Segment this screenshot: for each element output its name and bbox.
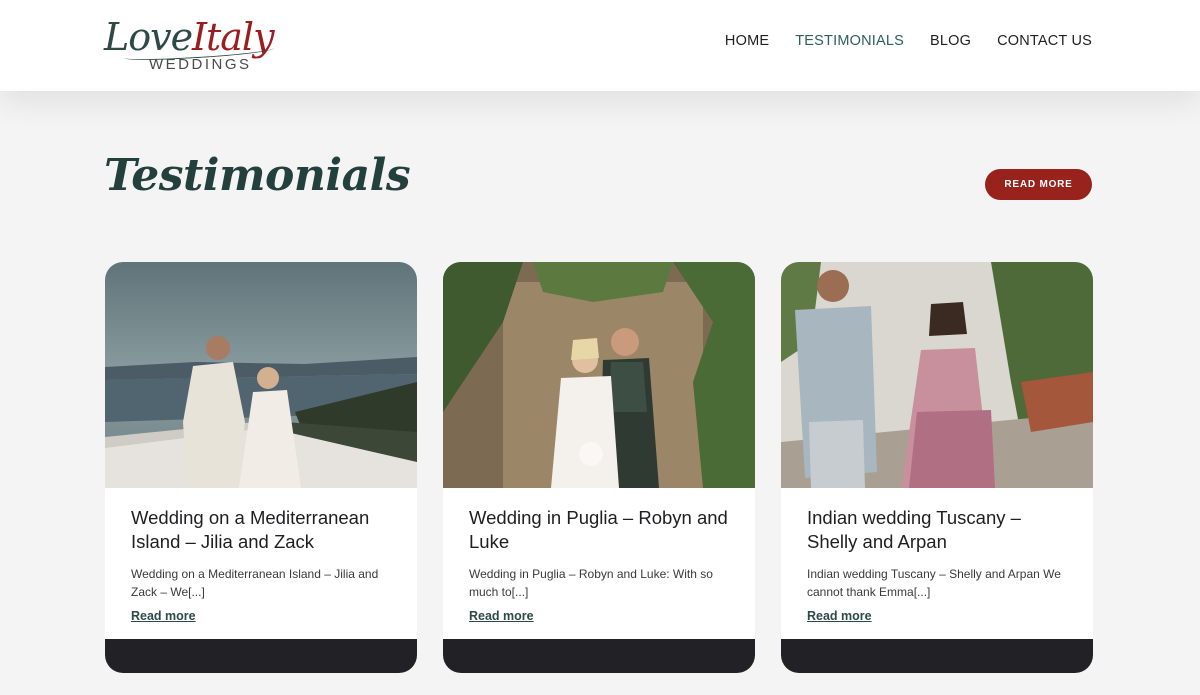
card-footer [105, 639, 417, 673]
card-title[interactable]: Wedding in Puglia – Robyn and Luke [469, 506, 731, 553]
card-read-more-link[interactable]: Read more [131, 609, 196, 623]
testimonial-card[interactable]: Wedding on a Mediterranean Island – Jili… [105, 262, 417, 673]
card-body: Wedding in Puglia – Robyn and Luke Weddi… [469, 506, 731, 625]
card-excerpt: Indian wedding Tuscany – Shelly and Arpa… [807, 567, 1061, 599]
testimonial-card[interactable]: Indian wedding Tuscany – Shelly and Arpa… [781, 262, 1093, 673]
card-title[interactable]: Indian wedding Tuscany – Shelly and Arpa… [807, 506, 1069, 553]
card-footer [781, 639, 1093, 673]
card-image-couple-puglia[interactable] [443, 262, 755, 488]
card-excerpt: Wedding on a Mediterranean Island – Jili… [131, 567, 379, 599]
nav-testimonials[interactable]: TESTIMONIALS [795, 33, 904, 49]
main-nav: HOME TESTIMONIALS BLOG CONTACT US [725, 33, 1092, 49]
card-title[interactable]: Wedding on a Mediterranean Island – Jili… [131, 506, 393, 553]
site-logo[interactable]: Love Italy WEDDINGS [104, 12, 286, 76]
card-body: Indian wedding Tuscany – Shelly and Arpa… [807, 506, 1069, 625]
testimonial-card[interactable]: Wedding in Puglia – Robyn and Luke Weddi… [443, 262, 755, 673]
nav-contact-us[interactable]: CONTACT US [997, 33, 1092, 49]
nav-blog[interactable]: BLOG [930, 33, 971, 49]
card-footer [443, 639, 755, 673]
card-body: Wedding on a Mediterranean Island – Jili… [131, 506, 393, 625]
card-image-couple-island[interactable] [105, 262, 417, 488]
nav-home[interactable]: HOME [725, 33, 769, 49]
card-image-couple-tuscany[interactable] [781, 262, 1093, 488]
card-read-more-link[interactable]: Read more [469, 609, 534, 623]
card-read-more-link[interactable]: Read more [807, 609, 872, 623]
site-header: Love Italy WEDDINGS HOME TESTIMONIALS BL… [0, 0, 1200, 91]
logo-text-weddings: WEDDINGS [149, 56, 252, 73]
read-more-button[interactable]: READ MORE [985, 169, 1092, 200]
section-title: Testimonials [104, 150, 411, 201]
card-excerpt: Wedding in Puglia – Robyn and Luke: With… [469, 567, 713, 599]
